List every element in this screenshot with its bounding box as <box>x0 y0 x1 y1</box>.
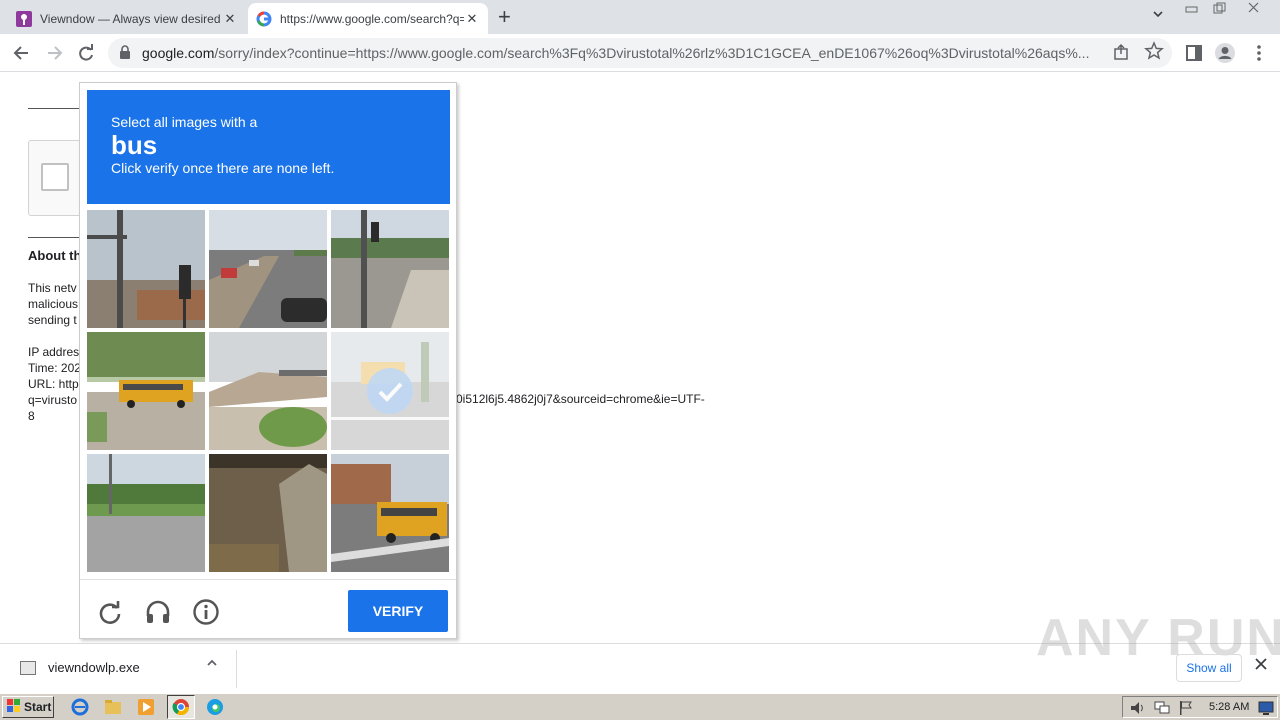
google-favicon-icon <box>256 11 272 27</box>
file-explorer-icon[interactable] <box>104 698 122 716</box>
bookmark-star-icon[interactable] <box>1144 41 1164 66</box>
start-button[interactable]: Start <box>2 696 54 718</box>
windows-logo-icon <box>7 699 21 715</box>
recaptcha-checkbox[interactable] <box>41 163 69 191</box>
reload-challenge-icon[interactable] <box>96 598 124 626</box>
captcha-tile-underpass[interactable] <box>209 454 327 572</box>
captcha-tile-empty-road[interactable] <box>87 454 205 572</box>
captcha-tile-traffic-light[interactable] <box>87 210 205 328</box>
close-window-icon[interactable] <box>1246 2 1262 20</box>
captcha-tile-bus-parking[interactable] <box>331 332 449 450</box>
captcha-tile-sidewalk[interactable] <box>331 210 449 328</box>
captcha-tile-school-bus[interactable] <box>87 332 205 450</box>
captcha-target-word: bus <box>111 130 158 160</box>
paragraph-line: This netv <box>28 281 77 295</box>
tab-google-search[interactable]: https://www.google.com/search?q= ✕ <box>248 3 488 34</box>
url-line: q=virusto <box>28 393 78 407</box>
viewndow-favicon-icon <box>16 10 32 27</box>
exe-file-icon <box>20 661 36 675</box>
lock-icon[interactable] <box>119 45 131 59</box>
anyrun-watermark: ANY RUN <box>1036 609 1280 667</box>
url-line: 8 <box>28 409 35 423</box>
back-arrow-icon[interactable] <box>11 42 33 64</box>
info-icon[interactable] <box>192 598 220 626</box>
selected-check-icon <box>367 368 413 414</box>
windows-taskbar: Start 5:28 AM <box>0 693 1280 720</box>
network-icon[interactable] <box>1153 699 1171 717</box>
system-tray: 5:28 AM <box>1122 696 1278 718</box>
url-text[interactable]: google.com/sorry/index?continue=https://… <box>142 45 1108 61</box>
start-label: Start <box>24 700 52 714</box>
reload-icon[interactable] <box>75 42 97 64</box>
browser-toolbar: google.com/sorry/index?continue=https://… <box>0 34 1280 72</box>
chrome-taskbar-button[interactable] <box>167 695 195 719</box>
tab-title: https://www.google.com/search?q= <box>280 11 464 26</box>
time-line: Time: 202 <box>28 361 81 375</box>
profile-avatar-icon[interactable] <box>1214 42 1236 64</box>
restore-icon[interactable] <box>1212 2 1228 20</box>
show-all-button[interactable]: Show all <box>1176 654 1242 682</box>
share-icon[interactable] <box>1112 43 1130 65</box>
captcha-tile-overpass[interactable] <box>209 332 327 450</box>
url-tail-text: 0i512l6j5.4862j0j7&sourceid=chrome&ie=UT… <box>456 392 705 406</box>
close-download-bar-icon[interactable] <box>1254 657 1268 676</box>
edge-icon[interactable] <box>206 698 224 716</box>
captcha-challenge: Select all images with a bus Click verif… <box>79 82 457 639</box>
captcha-tile-bus-intersection[interactable] <box>331 454 449 572</box>
audio-challenge-headphones-icon[interactable] <box>144 598 172 626</box>
captcha-subinstruction: Click verify once there are none left. <box>111 160 335 176</box>
action-center-flag-icon[interactable] <box>1177 699 1195 717</box>
tab-search-chevron-icon[interactable] <box>1152 8 1164 23</box>
captcha-tile-highway[interactable] <box>209 210 327 328</box>
captcha-instruction: Select all images with a <box>111 114 258 130</box>
close-tab-icon[interactable]: ✕ <box>222 11 238 27</box>
new-tab-button[interactable]: + <box>498 6 511 28</box>
forward-arrow-icon[interactable] <box>43 42 65 64</box>
tab-strip: Viewndow — Always view desired wi ✕ http… <box>0 0 1280 34</box>
captcha-header: Select all images with a bus Click verif… <box>87 90 450 204</box>
paragraph-line: sending t <box>28 313 77 327</box>
side-panel-icon[interactable] <box>1183 42 1205 64</box>
menu-kebab-icon[interactable] <box>1248 42 1270 64</box>
internet-explorer-icon[interactable] <box>71 698 89 716</box>
address-bar[interactable]: google.com/sorry/index?continue=https://… <box>108 38 1172 68</box>
media-player-icon[interactable] <box>137 698 155 716</box>
tab-viewndow[interactable]: Viewndow — Always view desired wi ✕ <box>8 3 246 34</box>
paragraph-line: malicious <box>28 297 79 311</box>
show-desktop-icon[interactable] <box>1257 699 1275 717</box>
clock[interactable]: 5:28 AM <box>1209 701 1249 713</box>
verify-button[interactable]: VERIFY <box>348 590 448 632</box>
ip-address-line: IP addres <box>28 345 80 359</box>
page-content: About th This netv malicious sending t I… <box>0 72 1280 643</box>
download-bar: viewndowlp.exe ANY RUN Show all <box>0 609 1280 693</box>
close-tab-icon[interactable]: ✕ <box>464 11 480 27</box>
url-line: URL: http <box>28 377 79 391</box>
url-path: /sorry/index?continue=https://www.google… <box>214 45 1090 61</box>
url-host: google.com <box>142 45 215 61</box>
volume-icon[interactable] <box>1129 699 1147 717</box>
about-heading: About th <box>28 248 82 263</box>
captcha-footer: VERIFY <box>80 579 456 639</box>
tab-title: Viewndow — Always view desired wi <box>40 11 222 26</box>
minimize-icon[interactable] <box>1184 2 1200 20</box>
captcha-image-grid <box>87 210 450 573</box>
divider <box>236 650 237 688</box>
chevron-up-icon[interactable] <box>206 657 218 672</box>
download-filename[interactable]: viewndowlp.exe <box>48 660 140 675</box>
